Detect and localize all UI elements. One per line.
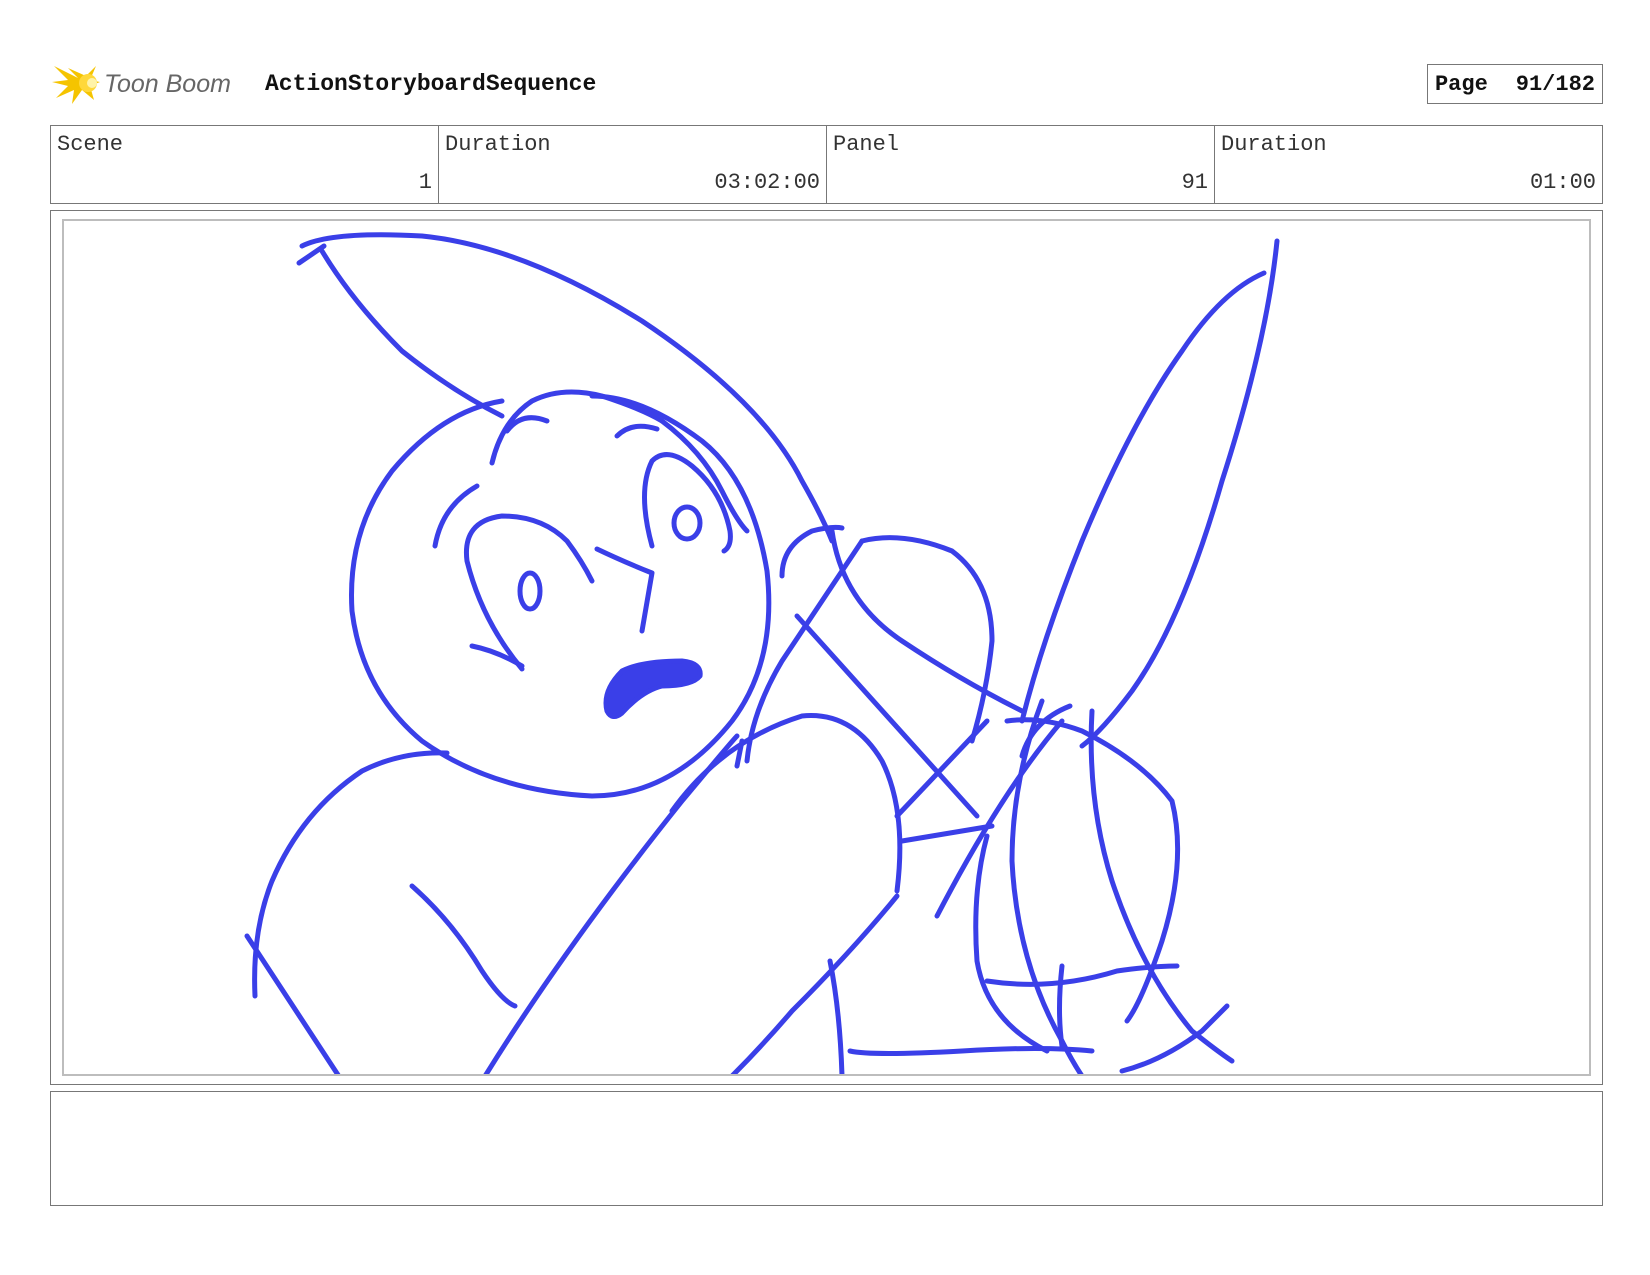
panel-value: 91 [1181,170,1208,195]
sketch-lower-10 [1057,963,1065,1049]
sketch-diagonal-2 [894,718,990,819]
sketch-head [349,393,772,799]
document-title: ActionStoryboardSequence [265,71,597,97]
sketch-hat-curve [299,232,835,544]
panel-cell: Panel 91 [827,126,1215,203]
scene-duration-cell: Duration 03:02:00 [439,126,827,203]
panel-duration-value: 01:00 [1529,170,1596,195]
sketch-wing-outer [1079,238,1280,749]
sketch-body-line-1 [244,933,341,1074]
sketch-lower-3 [1088,708,1235,1064]
sketch-lower-6 [730,893,900,1074]
sketch-wing-inner [1019,270,1267,724]
scene-cell: Scene 1 [51,126,439,203]
sketch-arm-outer [669,713,903,894]
svg-text:Toon Boom: Toon Boom [104,70,231,98]
sketch-mouth [603,658,703,719]
character-sketch [244,232,1280,1074]
storyboard-panel-frame [50,210,1603,1085]
sketch-shoulder-left [252,750,450,999]
sketch-right-pupil [671,504,703,542]
sketch-lower-11 [1119,1003,1230,1074]
scene-label: Scene [57,132,124,157]
toon-boom-logo: Toon Boom [50,58,250,108]
sketch-lower-8 [847,1046,1095,1056]
page-value: 91/182 [1515,71,1595,97]
panel-duration-cell: Duration 01:00 [1215,126,1602,203]
sketch-hat-tick [296,243,327,266]
panel-duration-label: Duration [1221,132,1327,157]
sketch-hair-3 [614,423,660,439]
sketch-lower-7 [827,958,845,1074]
logo-star-icon [52,66,100,104]
panel-label: Panel [833,132,900,157]
sketch-left-pupil [517,570,543,612]
sketch-lower-4 [934,718,1065,919]
scene-value: 1 [418,170,432,195]
page-indicator: Page 91/182 [1426,64,1603,104]
scene-duration-value: 03:02:00 [714,170,820,195]
storyboard-panel-image [62,219,1591,1076]
panel-info-table: Scene 1 Duration 03:02:00 Panel 91 Durat… [50,125,1603,204]
page-header: Toon Boom ActionStoryboardSequence Page … [50,55,1603,110]
sketch-nose [594,546,655,634]
panel-notes-box [50,1091,1603,1206]
page-label: Page [1434,71,1488,97]
sketch-hat-left-line [319,248,505,419]
scene-duration-label: Duration [445,132,551,157]
sketch-left-eye-outline [463,513,595,672]
sketch-body-line-2 [409,883,518,1009]
